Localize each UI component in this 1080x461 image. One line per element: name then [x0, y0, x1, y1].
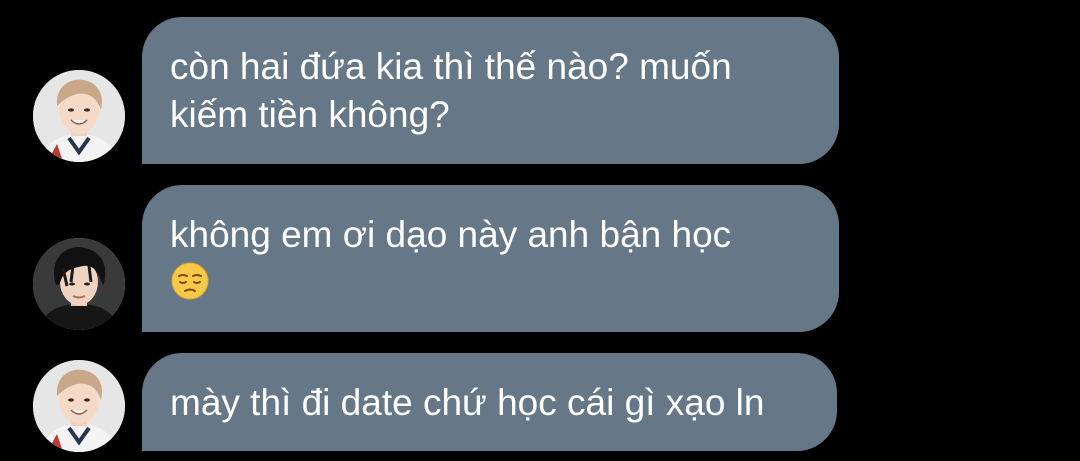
message-bubble[interactable]: mày thì đi date chứ học cái gì xạo ln — [142, 353, 837, 451]
smiling-boy-avatar-icon — [33, 360, 125, 452]
message-bubble[interactable]: không em ơi dạo này anh bận học — [142, 185, 839, 332]
chat-thread: còn hai đứa kia thì thế nào? muốn kiếm t… — [0, 0, 1080, 461]
message-text: mày thì đi date chứ học cái gì xạo ln — [170, 382, 765, 423]
avatar[interactable] — [33, 238, 125, 330]
message-bubble[interactable]: còn hai đứa kia thì thế nào? muốn kiếm t… — [142, 17, 839, 164]
pensive-face-emoji-icon — [170, 261, 210, 301]
message-row: còn hai đứa kia thì thế nào? muốn kiếm t… — [0, 0, 1080, 170]
smiling-boy-avatar-icon — [33, 70, 125, 162]
message-row: không em ơi dạo này anh bận học — [0, 170, 1080, 340]
dark-hair-boy-avatar-icon — [33, 238, 125, 330]
message-text: còn hai đứa kia thì thế nào? muốn kiếm t… — [170, 46, 732, 135]
avatar[interactable] — [33, 360, 125, 452]
avatar[interactable] — [33, 70, 125, 162]
message-row: mày thì đi date chứ học cái gì xạo ln — [0, 340, 1080, 461]
message-text-body: không em ơi dạo này anh bận học — [170, 214, 732, 255]
message-text: không em ơi dạo này anh bận học — [170, 211, 811, 307]
